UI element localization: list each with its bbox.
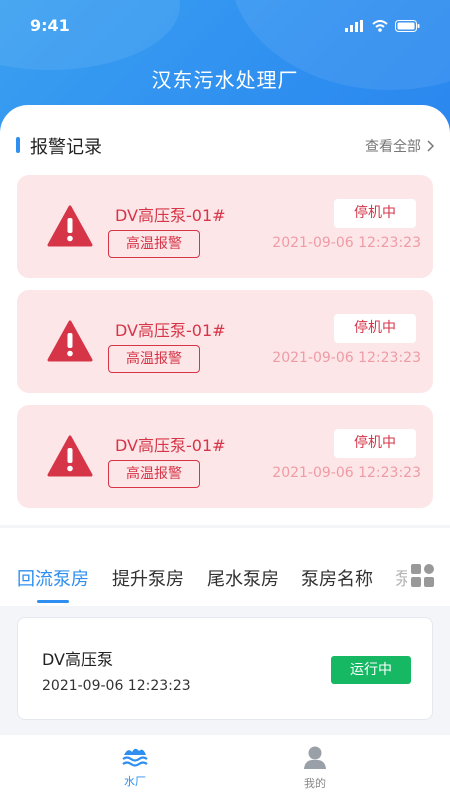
active-tab-indicator <box>37 600 69 603</box>
nav-item-mine[interactable]: 我的 <box>285 745 345 791</box>
warning-icon <box>47 205 93 247</box>
alarm-time: 2021-09-06 12:23:23 <box>272 465 421 481</box>
alarm-status-badge: 停机中 <box>334 429 416 458</box>
section-accent-bar <box>16 137 20 153</box>
status-bar: 9:41 <box>0 0 450 50</box>
pump-card[interactable]: DV高压泵 2021-09-06 12:23:23 运行中 <box>17 617 433 720</box>
pump-name: DV高压泵 <box>42 650 113 669</box>
alarm-time: 2021-09-06 12:23:23 <box>272 350 421 366</box>
alarm-type-tag: 高温报警 <box>108 345 200 373</box>
signal-icon <box>345 20 363 32</box>
tab-overflow[interactable]: 泵 <box>395 565 407 591</box>
view-all-link[interactable]: 查看全部 <box>365 136 434 156</box>
warning-icon <box>47 435 93 477</box>
alarm-section-header: 报警记录 查看全部 <box>16 133 434 158</box>
alarm-card[interactable]: DV高压泵-01# 高温报警 停机中 2021-09-06 12:23:23 <box>17 290 433 393</box>
pump-time: 2021-09-06 12:23:23 <box>42 678 191 694</box>
alarm-card[interactable]: DV高压泵-01# 高温报警 停机中 2021-09-06 12:23:23 <box>17 175 433 278</box>
alarm-device-name: DV高压泵-01# <box>115 206 226 225</box>
alarm-status-badge: 停机中 <box>334 314 416 343</box>
tab-pump-room-name[interactable]: 泵房名称 <box>301 565 373 591</box>
warning-icon <box>47 320 93 362</box>
alarm-device-name: DV高压泵-01# <box>115 436 226 455</box>
wifi-icon <box>372 20 388 32</box>
chevron-right-icon <box>427 140 434 152</box>
water-plant-icon <box>122 748 148 767</box>
tab-tail-water-pump-room[interactable]: 尾水泵房 <box>207 565 279 591</box>
nav-label-water-plant: 水厂 <box>124 775 146 788</box>
pump-status-badge: 运行中 <box>331 656 411 684</box>
bottom-nav: 水厂 我的 <box>0 735 450 800</box>
status-time: 9:41 <box>30 16 70 35</box>
tab-return-pump-room[interactable]: 回流泵房 <box>17 565 89 591</box>
alarm-card[interactable]: DV高压泵-01# 高温报警 停机中 2021-09-06 12:23:23 <box>17 405 433 508</box>
status-icons <box>345 20 420 32</box>
grid-menu-icon[interactable] <box>411 564 434 587</box>
alarm-device-name: DV高压泵-01# <box>115 321 226 340</box>
tab-lift-pump-room[interactable]: 提升泵房 <box>112 565 184 591</box>
page-title: 汉东污水处理厂 <box>151 68 299 92</box>
alarm-time: 2021-09-06 12:23:23 <box>272 235 421 251</box>
pump-room-tabs: 回流泵房 提升泵房 尾水泵房 泵房名称 泵 <box>0 528 450 606</box>
nav-item-water-plant[interactable]: 水厂 <box>105 745 165 789</box>
alarm-section-title: 报警记录 <box>30 137 102 158</box>
nav-label-mine: 我的 <box>304 777 326 790</box>
alarm-type-tag: 高温报警 <box>108 230 200 258</box>
alarm-type-tag: 高温报警 <box>108 460 200 488</box>
battery-icon <box>395 20 420 32</box>
alarm-status-badge: 停机中 <box>334 199 416 228</box>
user-icon <box>304 746 326 769</box>
view-all-label: 查看全部 <box>365 139 421 155</box>
